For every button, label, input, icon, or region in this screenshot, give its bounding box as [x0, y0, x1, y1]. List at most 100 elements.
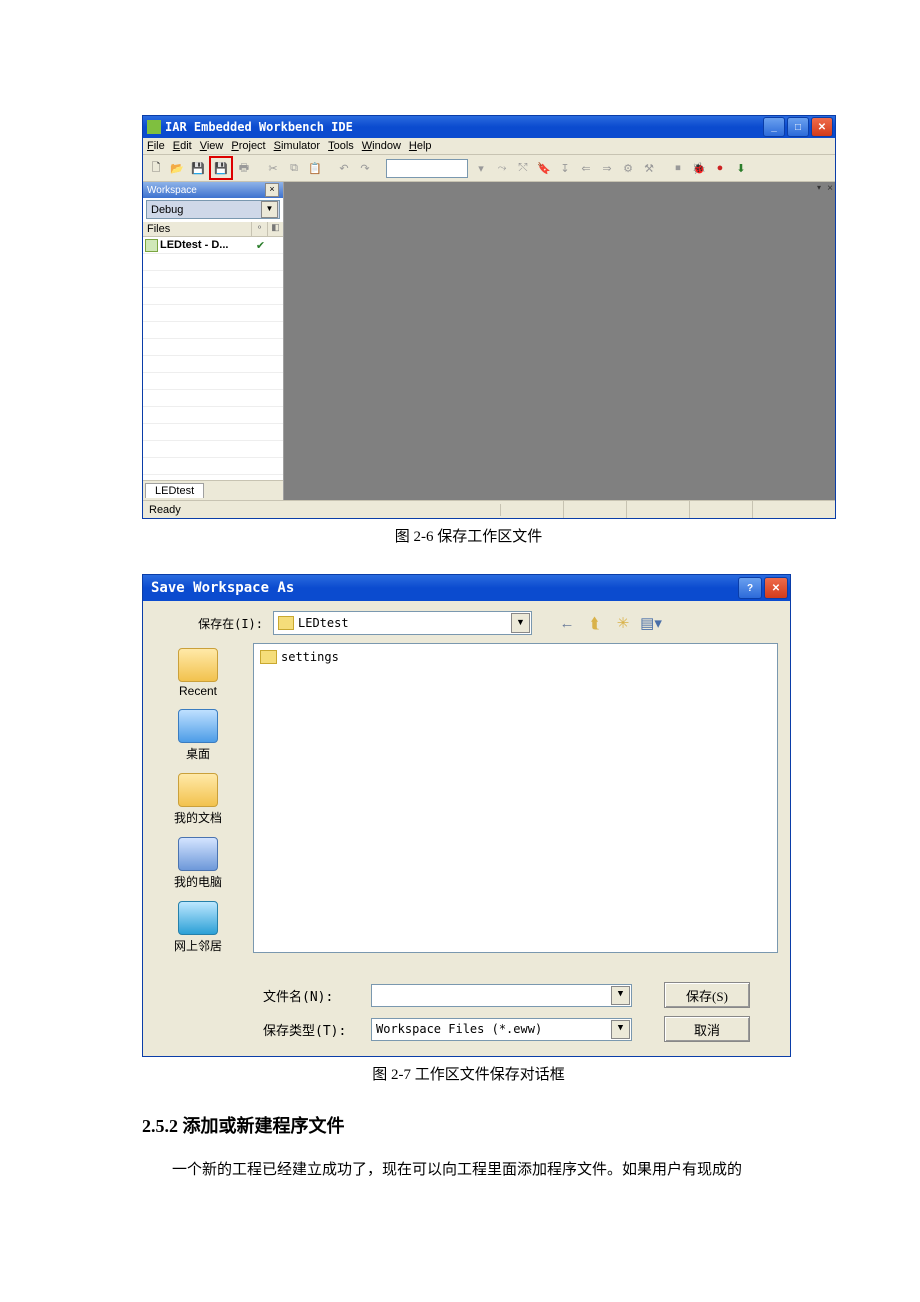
- ide-title: IAR Embedded Workbench IDE: [165, 120, 761, 134]
- sidebar-item-documents[interactable]: 我的文档: [153, 770, 243, 832]
- view-menu-icon[interactable]: ▤▾: [640, 612, 662, 634]
- download-icon[interactable]: ⬇: [731, 158, 751, 178]
- dialog-close-button[interactable]: ✕: [764, 577, 788, 599]
- new-file-icon[interactable]: 🗋: [146, 158, 166, 178]
- workspace-panel: Workspace × Debug ▼ Files ⚬ ◧ LEDtest - …: [143, 182, 284, 500]
- make-icon[interactable]: ⚒: [639, 158, 659, 178]
- file-item-check: ✔: [253, 239, 268, 252]
- compile-icon[interactable]: ⚙: [618, 158, 638, 178]
- sidebar-recent-label: Recent: [179, 684, 217, 698]
- files-header-label: Files: [143, 222, 252, 236]
- back-icon[interactable]: ←: [556, 612, 578, 634]
- undo-icon[interactable]: ↶: [334, 158, 354, 178]
- up-folder-icon[interactable]: ⮬: [584, 612, 606, 634]
- menu-file[interactable]: File: [147, 140, 165, 152]
- workspace-tabs: LEDtest: [143, 480, 283, 500]
- file-tree-item[interactable]: LEDtest - D... ✔: [143, 237, 283, 254]
- maximize-button[interactable]: □: [787, 117, 809, 137]
- close-button[interactable]: ✕: [811, 117, 833, 137]
- list-item[interactable]: settings: [260, 650, 771, 664]
- sidebar-item-network[interactable]: 网上邻居: [153, 898, 243, 960]
- filetype-label: 保存类型(T):: [263, 1020, 371, 1039]
- file-item-label: LEDtest - D...: [160, 239, 228, 251]
- filename-input[interactable]: ▼: [371, 984, 632, 1007]
- menu-project[interactable]: Project: [231, 140, 265, 152]
- debug-icon[interactable]: 🐞: [689, 158, 709, 178]
- redo-icon[interactable]: ↷: [355, 158, 375, 178]
- search-input[interactable]: [386, 159, 468, 178]
- nav-back-icon[interactable]: ⇐: [576, 158, 596, 178]
- menu-help[interactable]: Help: [409, 140, 432, 152]
- minimize-button[interactable]: _: [763, 117, 785, 137]
- print-icon[interactable]: 🖶: [234, 158, 254, 178]
- nav-fwd-icon[interactable]: ⇒: [597, 158, 617, 178]
- status-text: Ready: [143, 504, 501, 516]
- sidebar-item-recent[interactable]: Recent: [153, 645, 243, 704]
- cut-icon[interactable]: ✂: [263, 158, 283, 178]
- config-value: Debug: [151, 204, 183, 216]
- dialog-top-row: 保存在(I): LEDtest ▼ ← ⮬ ✳ ▤▾: [143, 601, 790, 643]
- figure-caption-1: 图 2-6 保存工作区文件: [142, 525, 795, 546]
- col-3-icon: ◧: [268, 222, 283, 236]
- section-heading: 2.5.2 添加或新建程序文件: [142, 1112, 795, 1138]
- find-prev-icon[interactable]: ⤲: [513, 158, 533, 178]
- list-item-label: settings: [281, 650, 339, 664]
- save-button[interactable]: 保存(S): [664, 982, 750, 1008]
- find-next-icon[interactable]: ⤳: [492, 158, 512, 178]
- filetype-dropdown[interactable]: Workspace Files (*.eww) ▼: [371, 1018, 632, 1041]
- toolbar: 🗋 📂 💾 💾 🖶 ✂ ⧉ 📋 ↶ ↷ ▾ ⤳ ⤲ 🔖 ↧ ⇐ ⇒ ⚙ ⚒ ⏹: [143, 155, 835, 182]
- copy-icon[interactable]: ⧉: [284, 158, 304, 178]
- save-in-dropdown[interactable]: LEDtest ▼: [273, 611, 532, 635]
- network-icon: [178, 901, 218, 935]
- files-header: Files ⚬ ◧: [143, 221, 283, 237]
- save-in-label: 保存在(I):: [187, 615, 263, 632]
- file-list-pane[interactable]: settings: [253, 643, 778, 953]
- recent-folder-icon: [178, 648, 218, 682]
- dialog-titlebar: Save Workspace As ? ✕: [143, 575, 790, 601]
- places-sidebar: Recent 桌面 我的文档 我的电脑 网上邻居: [143, 643, 253, 960]
- dropdown-icon[interactable]: ▾: [471, 158, 491, 178]
- body-paragraph: 一个新的工程已经建立成功了，现在可以向工程里面添加程序文件。如果用户有现成的: [142, 1156, 795, 1185]
- menu-edit[interactable]: Edit: [173, 140, 192, 152]
- col-2-icon: ⚬: [252, 222, 268, 236]
- workspace-tab[interactable]: LEDtest: [145, 483, 204, 498]
- config-dropdown[interactable]: Debug ▼: [146, 200, 280, 219]
- save-dialog: Save Workspace As ? ✕ 保存在(I): LEDtest ▼ …: [142, 574, 791, 1057]
- menubar: File Edit View Project Simulator Tools W…: [143, 138, 835, 155]
- computer-icon: [178, 837, 218, 871]
- folder-icon: [260, 650, 277, 664]
- filename-label: 文件名(N):: [263, 986, 371, 1005]
- menu-tools[interactable]: Tools: [328, 140, 354, 152]
- bookmark-next-icon[interactable]: ↧: [555, 158, 575, 178]
- cancel-button[interactable]: 取消: [664, 1016, 750, 1042]
- chevron-down-icon: ▼: [611, 986, 630, 1005]
- editor-close-icon[interactable]: ×: [827, 183, 833, 194]
- documents-icon: [178, 773, 218, 807]
- sidebar-item-computer[interactable]: 我的电脑: [153, 834, 243, 896]
- menu-window[interactable]: Window: [362, 140, 401, 152]
- sidebar-pc-label: 我的电脑: [174, 875, 222, 889]
- open-file-icon[interactable]: 📂: [167, 158, 187, 178]
- dialog-title: Save Workspace As: [147, 580, 736, 596]
- save-all-icon[interactable]: 💾: [209, 156, 233, 180]
- file-tree: LEDtest - D... ✔: [143, 237, 283, 480]
- chevron-down-icon: ▼: [511, 613, 530, 633]
- menu-view[interactable]: View: [200, 140, 224, 152]
- sidebar-item-desktop[interactable]: 桌面: [153, 706, 243, 768]
- paste-icon[interactable]: 📋: [305, 158, 325, 178]
- save-in-value: LEDtest: [298, 616, 349, 630]
- desktop-icon: [178, 709, 218, 743]
- bookmark-icon[interactable]: 🔖: [534, 158, 554, 178]
- new-folder-icon[interactable]: ✳: [612, 612, 634, 634]
- figure-caption-2: 图 2-7 工作区文件保存对话框: [142, 1063, 795, 1084]
- editor-menu-icon[interactable]: ▾: [817, 183, 821, 192]
- help-button[interactable]: ?: [738, 577, 762, 599]
- breakpoint-icon[interactable]: ●: [710, 158, 730, 178]
- stop-icon[interactable]: ⏹: [668, 158, 688, 178]
- panel-close-icon[interactable]: ×: [265, 183, 279, 197]
- project-icon: [145, 239, 158, 252]
- menu-simulator[interactable]: Simulator: [274, 140, 320, 152]
- workspace-label: Workspace: [147, 185, 197, 196]
- dialog-bottom: 文件名(N): ▼ 保存(S) 保存类型(T): Workspace Files…: [143, 966, 790, 1056]
- save-icon[interactable]: 💾: [188, 158, 208, 178]
